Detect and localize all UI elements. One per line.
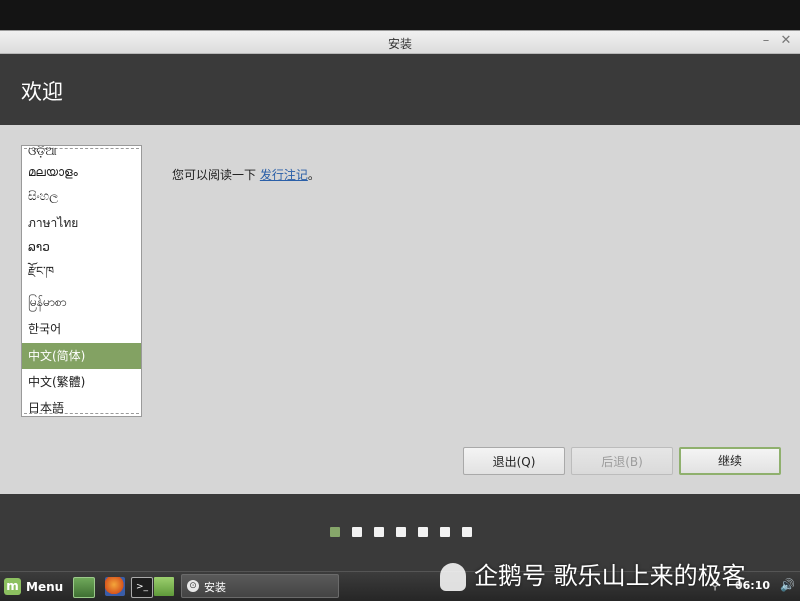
close-button[interactable]: ✕ xyxy=(778,33,794,49)
terminal-icon[interactable]: >_ xyxy=(131,577,153,598)
installer-window: 安装 – ✕ 欢迎 ଓଡ଼ିଆ മലയാളം සිංහල ภาษาไทย ລາວ… xyxy=(0,30,800,571)
release-notes-suffix: 。 xyxy=(307,168,320,182)
continue-button[interactable]: 继续 xyxy=(679,447,781,475)
language-item[interactable]: ລາວ xyxy=(22,235,141,260)
minimize-button[interactable]: – xyxy=(758,33,774,49)
language-item[interactable]: සිංහල xyxy=(22,184,141,209)
progress-step-dot xyxy=(374,527,384,537)
mint-logo-icon: m xyxy=(4,578,21,595)
progress-step-dot xyxy=(440,527,450,537)
watermark: 企鹅号 歌乐山上来的极客 xyxy=(440,556,746,591)
progress-step-dot xyxy=(352,527,362,537)
language-list[interactable]: ଓଡ଼ିଆ മലയാളം සිංහල ภาษาไทย ລາວ རྫོང་ཁ မြ… xyxy=(21,145,142,417)
taskbar-window-button[interactable]: ⊙ 安装 xyxy=(181,574,339,598)
release-notes-link[interactable]: 发行注记 xyxy=(260,168,308,182)
penguin-logo-icon xyxy=(440,563,466,591)
language-item[interactable]: ภาษาไทย xyxy=(22,211,141,236)
desktop-icon[interactable] xyxy=(73,577,95,598)
titlebar[interactable]: 安装 – ✕ xyxy=(0,31,800,54)
language-item[interactable]: မြန်မာစာ xyxy=(22,290,141,315)
menu-button[interactable]: m Menu xyxy=(4,576,63,597)
language-item[interactable]: മലയാളം xyxy=(22,160,141,185)
list-divider xyxy=(24,413,139,414)
release-notes-prefix: 您可以阅读一下 xyxy=(172,168,260,182)
language-item[interactable]: 한국어 xyxy=(22,317,141,342)
release-notes-text: 您可以阅读一下 发行注记。 xyxy=(172,166,320,183)
firefox-icon[interactable] xyxy=(105,577,125,596)
language-item[interactable]: 中文(繁體) xyxy=(22,370,141,395)
back-button[interactable]: 后退(B) xyxy=(571,447,673,475)
progress-step-dot xyxy=(396,527,406,537)
progress-step-dot xyxy=(462,527,472,537)
taskbar-window-label: 安装 xyxy=(204,581,226,594)
language-item-selected[interactable]: 中文(简体) xyxy=(22,343,141,369)
progress-step-dot xyxy=(418,527,428,537)
window-title: 安装 xyxy=(387,37,412,51)
folder-icon[interactable] xyxy=(154,577,174,596)
quit-button[interactable]: 退出(Q) xyxy=(463,447,565,475)
page-header: 欢迎 xyxy=(0,54,800,125)
watermark-text: 企鹅号 歌乐山上来的极客 xyxy=(474,562,746,590)
installer-icon: ⊙ xyxy=(187,580,199,592)
language-item[interactable]: རྫོང་ཁ xyxy=(22,259,141,284)
page-title: 欢迎 xyxy=(21,80,63,104)
progress-step-dot xyxy=(330,527,340,537)
menu-label: Menu xyxy=(26,579,64,594)
volume-icon[interactable]: 🔊 xyxy=(780,578,795,592)
